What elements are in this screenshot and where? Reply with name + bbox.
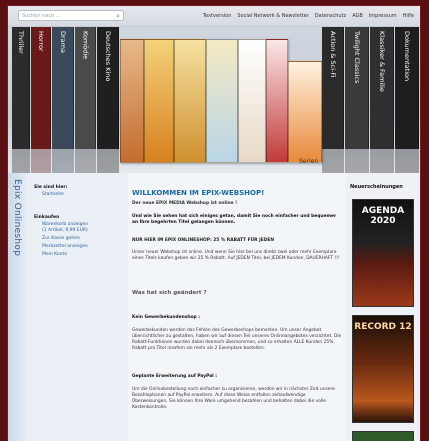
main-content: WILLKOMMEN IM EPIX-WEBSHOP! Der neue EPI…	[128, 173, 346, 441]
spine-label: Horror	[37, 31, 45, 52]
spine-label: Dokumentation	[403, 31, 411, 82]
spine-twilight-classics[interactable]: Twilight Classics	[345, 27, 369, 149]
no-trade-text: Gewerbekunden werden das Fehlen des Gewe…	[132, 328, 342, 351]
nav-social-newsletter[interactable]: Social Network & Newsletter	[237, 13, 308, 19]
dvd-box[interactable]	[206, 39, 238, 163]
breadcrumb-startseite[interactable]: Startseite	[42, 192, 64, 197]
dvd-box[interactable]	[238, 39, 266, 163]
spine-horror[interactable]: Horror	[31, 27, 51, 149]
dvd-cover-agenda-2020[interactable]: AGENDA 2020	[352, 199, 414, 307]
spine-label: Action & Sci-Fi	[329, 31, 337, 78]
search-input[interactable]: Suchen nach ... ⌕	[18, 10, 124, 21]
dvd-box-showcase	[120, 31, 322, 169]
nav-textversion[interactable]: Textversion	[203, 13, 231, 19]
vertical-title-strip: Epix Onlineshop	[8, 173, 26, 441]
no-trade-heading: Kein Gewerbekundenshop :	[132, 315, 200, 320]
spine-label: Thriller	[17, 31, 25, 54]
wishlist-link[interactable]: Merkzettel anzeigen	[42, 244, 88, 249]
vertical-shop-title: Epix Onlineshop	[12, 179, 22, 257]
location-heading: Sie sind hier:	[34, 185, 68, 190]
left-sidebar: Epix Onlineshop Sie sind hier: Startseit…	[8, 173, 128, 441]
spine-label: Drama	[59, 31, 67, 53]
dvd-cover-partial[interactable]	[352, 431, 414, 441]
cart-summary[interactable]: (1 Artikel, 9,99 EUR)	[42, 228, 88, 233]
dvd-box[interactable]	[266, 39, 288, 163]
nav-impressum[interactable]: Impressum	[369, 13, 397, 19]
paypal-heading: Geplante Erweiterung auf PayPal :	[132, 374, 217, 379]
spine-klassiker-familie[interactable]: Klassiker & Familie	[370, 27, 394, 149]
dvd-box[interactable]	[288, 61, 322, 163]
nav-hilfe[interactable]: Hilfe	[403, 13, 414, 19]
welcome-subtitle: Der neue EPIX MEDIA Webshop ist online !	[132, 201, 238, 206]
spine-deutsches-kino[interactable]: Deutsches Kino	[97, 27, 119, 149]
dvd-cover-record-12[interactable]: RECORD 12	[352, 315, 414, 423]
search-placeholder: Suchen nach ...	[22, 13, 61, 19]
new-releases-column: Neuerscheinungen AGENDA 2020 RECORD 12	[346, 173, 420, 441]
new-releases-heading: Neuerscheinungen	[350, 184, 403, 190]
spine-label: Twilight Classics	[353, 31, 361, 84]
spine-action-scifi[interactable]: Action & Sci-Fi	[322, 27, 344, 149]
spine-komoedie[interactable]: Komödie	[75, 27, 96, 149]
shopping-heading: Einkaufen	[34, 215, 60, 220]
series-label[interactable]: Serien	[299, 158, 318, 165]
search-icon[interactable]: ⌕	[116, 11, 120, 22]
spine-label: Deutsches Kino	[104, 31, 112, 82]
dvd-box[interactable]	[120, 39, 144, 163]
cart-link[interactable]: Warenkorb anzeigen	[42, 222, 88, 227]
discount-text: Unser neuer Webshop ist online. Und wenn…	[132, 250, 340, 261]
dvd-box[interactable]	[144, 39, 174, 163]
dvd-title: AGENDA 2020	[361, 206, 405, 226]
changes-heading: Was hat sich geändert ?	[132, 290, 207, 296]
nav-datenschutz[interactable]: Datenschutz	[315, 13, 346, 19]
intro-text: Und wie Sie sehen hat sich einiges getan…	[132, 214, 337, 225]
spine-thriller[interactable]: Thriller	[12, 27, 30, 149]
spine-label: Komödie	[81, 31, 90, 60]
page-title: WILLKOMMEN IM EPIX-WEBSHOP!	[132, 189, 265, 197]
spine-drama[interactable]: Drama	[52, 27, 74, 149]
dvd-box[interactable]	[174, 39, 206, 163]
dvd-title: RECORD 12	[354, 322, 412, 332]
category-banner: Thriller Horror Drama Komödie Deutsches …	[8, 27, 420, 173]
spine-dokumentation[interactable]: Dokumentation	[395, 27, 419, 149]
discount-heading: NUR HIER IM EPIX ONLINESHOP: 25 % RABATT…	[132, 238, 275, 243]
checkout-link[interactable]: Zur Kasse gehen	[42, 236, 80, 241]
paypal-text: Um die Onlinebestellung noch einfacher z…	[132, 387, 335, 410]
top-nav: Textversion Social Network & Newsletter …	[203, 6, 414, 26]
spine-label: Klassiker & Familie	[378, 31, 386, 92]
account-link[interactable]: Mein Konto	[42, 252, 67, 257]
page-frame: Suchen nach ... ⌕ Textversion Social Net…	[8, 6, 420, 441]
top-bar: Suchen nach ... ⌕ Textversion Social Net…	[8, 6, 420, 27]
nav-agb[interactable]: AGB	[352, 13, 363, 19]
